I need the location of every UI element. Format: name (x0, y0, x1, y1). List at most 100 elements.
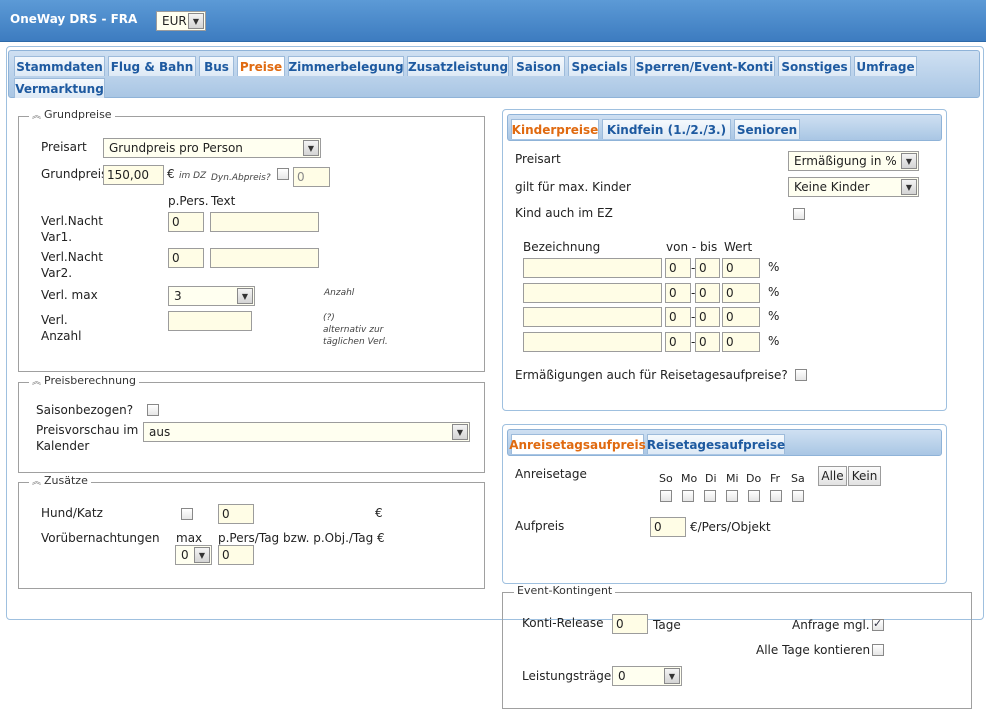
percent-unit: % (768, 285, 780, 299)
vorubernachtungen-price-input[interactable]: 0 (218, 545, 254, 565)
chevron-down-icon: ▼ (664, 668, 680, 684)
var1-text-input[interactable] (210, 212, 319, 232)
kinder-wert-input[interactable]: 0 (722, 283, 760, 303)
tab-sonstiges[interactable]: Sonstiges (778, 56, 851, 76)
kein-button[interactable]: Kein (848, 466, 881, 486)
percent-unit: % (768, 260, 780, 274)
tab-anreisetagsaufpreis[interactable]: Anreisetagsaufpreis (509, 434, 646, 454)
reisetagesaufpreise-checkbox[interactable] (795, 369, 807, 381)
kinder-von-input[interactable]: 0 (665, 307, 691, 327)
preisvorschau-select[interactable]: aus ▼ (143, 422, 470, 442)
max-label: max (176, 531, 203, 545)
verl-anzahl-input[interactable] (168, 311, 252, 331)
day-do-label: Do (746, 472, 762, 485)
kinder-bis-input[interactable]: 0 (695, 258, 720, 278)
day-di-checkbox[interactable] (704, 490, 716, 502)
var1-ppers-input[interactable]: 0 (168, 212, 204, 232)
dyn-abpreis-label: Dyn.Abpreis? (211, 173, 271, 183)
tab-sperren[interactable]: Sperren/Event-Konti (634, 56, 775, 76)
tab-kindfein[interactable]: Kindfein (1./2./3.) (602, 119, 731, 139)
kinder-bez-input[interactable] (523, 258, 662, 278)
konti-release-label: Konti-Release (522, 616, 604, 630)
aufpreis-unit: €/Pers/Objekt (690, 520, 771, 534)
tab-vermarktung[interactable]: Vermarktung (14, 78, 105, 98)
kinder-von-input[interactable]: 0 (665, 258, 691, 278)
leistungstraeger-select[interactable]: 0 ▼ (612, 666, 682, 686)
var2-text-input[interactable] (210, 248, 319, 268)
event-kontingent-section (502, 592, 972, 709)
kinder-bis-input[interactable]: 0 (695, 283, 720, 303)
dyn-abpreis-input[interactable]: 0 (293, 167, 330, 187)
day-do-checkbox[interactable] (748, 490, 760, 502)
currency-select[interactable]: EUR ▼ (156, 11, 206, 31)
preisberechnung-legend[interactable]: ︽ Preisberechnung (29, 374, 140, 387)
kinder-bez-input[interactable] (523, 283, 662, 303)
chevron-down-icon: ▼ (303, 140, 319, 156)
day-fr-label: Fr (770, 472, 781, 485)
tab-zimmerbelegung[interactable]: Zimmerbelegung (288, 56, 404, 76)
day-fr-checkbox[interactable] (770, 490, 782, 502)
alle-tage-checkbox[interactable] (872, 644, 884, 656)
tab-stammdaten[interactable]: Stammdaten (14, 56, 105, 76)
konti-release-input[interactable]: 0 (612, 614, 648, 634)
verl-max-label: Verl. max (41, 288, 98, 302)
kinder-von-input[interactable]: 0 (665, 283, 691, 303)
max-kinder-select[interactable]: Keine Kinder ▼ (788, 177, 919, 197)
kinder-preisart-select[interactable]: Ermäßigung in % ▼ (788, 151, 919, 171)
kinder-bez-input[interactable] (523, 332, 662, 352)
currency-value: EUR (162, 14, 187, 28)
anfrage-label: Anfrage mgl. (792, 618, 870, 632)
kinder-bis-input[interactable]: 0 (695, 332, 720, 352)
zusaetze-legend[interactable]: ︽ Zusätze (29, 474, 91, 487)
tab-senioren[interactable]: Senioren (734, 119, 800, 139)
collapse-icon: ︽ (32, 377, 42, 387)
tab-umfrage[interactable]: Umfrage (854, 56, 917, 76)
tab-bus[interactable]: Bus (199, 56, 234, 76)
saisonbezogen-checkbox[interactable] (147, 404, 159, 416)
event-kontingent-legend: Event-Kontingent (514, 584, 616, 597)
reisetagesaufpreise-label: Ermäßigungen auch für Reisetagesaufpreis… (515, 368, 788, 382)
day-mi-label: Mi (726, 472, 739, 485)
kind-ez-checkbox[interactable] (793, 208, 805, 220)
grundpreise-legend[interactable]: ︽ Grundpreise (29, 108, 115, 121)
kinder-wert-input[interactable]: 0 (722, 258, 760, 278)
per-tag-label: p.Pers/Tag bzw. p.Obj./Tag € (218, 531, 385, 545)
col-text-header: Text (211, 194, 236, 208)
kinder-bez-input[interactable] (523, 307, 662, 327)
var2-ppers-input[interactable]: 0 (168, 248, 204, 268)
chevron-down-icon: ▼ (188, 13, 204, 29)
tab-reisetagesaufpreise[interactable]: Reisetagesaufpreise (647, 434, 785, 454)
vorubernachtungen-max-select[interactable]: 0 ▼ (175, 545, 212, 565)
vorubernachtungen-label: Vorübernachtungen (41, 531, 160, 545)
kinder-von-input[interactable]: 0 (665, 332, 691, 352)
kinder-wert-input[interactable]: 0 (722, 307, 760, 327)
anfrage-checkbox[interactable] (872, 617, 884, 631)
alle-button[interactable]: Alle (818, 466, 847, 486)
chevron-down-icon: ▼ (901, 153, 917, 169)
aufpreis-input[interactable]: 0 (650, 517, 686, 537)
day-mo-label: Mo (681, 472, 698, 485)
day-sa-checkbox[interactable] (792, 490, 804, 502)
hund-katz-checkbox[interactable] (181, 508, 193, 520)
hund-katz-input[interactable]: 0 (218, 504, 254, 524)
percent-unit: % (768, 334, 780, 348)
dyn-abpreis-checkbox[interactable] (277, 168, 289, 180)
tab-specials[interactable]: Specials (568, 56, 631, 76)
day-so-checkbox[interactable] (660, 490, 672, 502)
tab-flug-bahn[interactable]: Flug & Bahn (108, 56, 196, 76)
im-dz-hint: im DZ (179, 171, 207, 181)
verl-max-select[interactable]: 3 ▼ (168, 286, 255, 306)
day-sa-label: Sa (791, 472, 805, 485)
kinder-bis-input[interactable]: 0 (695, 307, 720, 327)
anzahl-hint: Anzahl (324, 288, 355, 298)
grundpreis-input[interactable]: 150,00 (103, 165, 164, 185)
euro-sign: € (167, 167, 175, 181)
preisart-select[interactable]: Grundpreis pro Person ▼ (103, 138, 321, 158)
tab-saison[interactable]: Saison (512, 56, 565, 76)
tab-zusatzleistung[interactable]: Zusatzleistung (407, 56, 509, 76)
tab-preise[interactable]: Preise (237, 56, 285, 76)
kinder-wert-input[interactable]: 0 (722, 332, 760, 352)
day-mo-checkbox[interactable] (682, 490, 694, 502)
day-mi-checkbox[interactable] (726, 490, 738, 502)
tab-kinderpreise[interactable]: Kinderpreise (511, 119, 599, 139)
